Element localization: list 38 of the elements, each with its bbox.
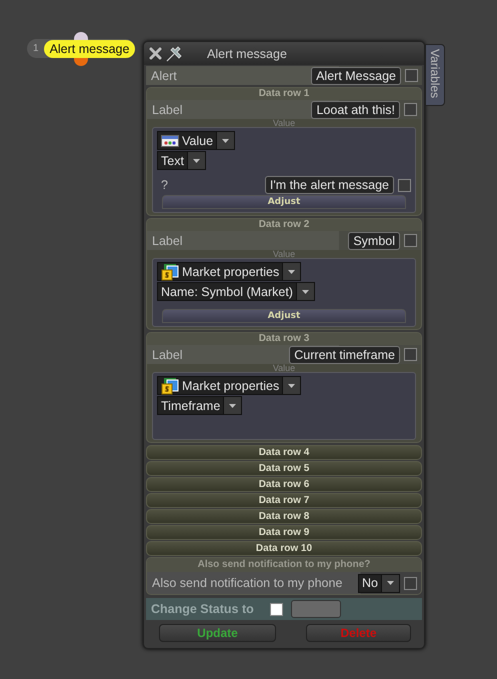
section-header[interactable]: Data row 8 (146, 509, 422, 524)
section-header[interactable]: Data row 4 (146, 445, 422, 460)
adjust-button[interactable]: Adjust (162, 195, 406, 209)
dropdown[interactable]: No (358, 574, 400, 592)
dropdown[interactable]: Name: Symbol (Market) (157, 282, 315, 301)
node-pill[interactable]: 1 Alert message (27, 39, 136, 58)
value-field[interactable]: Looat ath this! (311, 100, 400, 118)
variables-tab[interactable]: Variables (425, 44, 445, 106)
value-field[interactable]: Alert Message (311, 66, 401, 84)
node-number: 1 (33, 43, 39, 54)
field-label: Label (152, 234, 183, 248)
dropdown[interactable]: Timeframe (157, 396, 242, 415)
section-header: Also send notification to my phone? (147, 558, 421, 572)
field-label: Alert (151, 68, 177, 82)
value-caption: Value (272, 119, 296, 127)
dropdown[interactable]: Market properties (157, 376, 302, 395)
value-field[interactable]: Symbol (348, 232, 400, 250)
dropdown[interactable]: Value (157, 131, 236, 150)
value-field[interactable]: I'm the alert message (264, 176, 394, 194)
section-header[interactable]: Data row 7 (146, 493, 422, 508)
section-header[interactable]: Data row 9 (146, 525, 422, 540)
value-caption: Value (272, 250, 296, 258)
dropdown[interactable]: Text (157, 151, 206, 170)
update-button[interactable]: Update (159, 624, 276, 642)
section-header[interactable]: Data row 5 (146, 461, 422, 476)
field-label: ? (160, 178, 168, 192)
field-label: Label (152, 348, 183, 362)
node-label: Alert message (44, 40, 136, 58)
adjust-button[interactable]: Adjust (162, 309, 406, 323)
section-header[interactable]: Data row 10 (146, 541, 422, 556)
dropdown[interactable]: Market properties (157, 262, 302, 281)
status-label: Change Status to (151, 602, 254, 616)
window-title: Alert message (207, 46, 287, 60)
value-field[interactable]: Current timeframe (289, 346, 400, 364)
section-header[interactable]: Data row 6 (146, 477, 422, 492)
field-label: Label (152, 102, 183, 116)
field-label: Also send notification to my phone (152, 576, 342, 590)
value-caption: Value (272, 364, 296, 372)
